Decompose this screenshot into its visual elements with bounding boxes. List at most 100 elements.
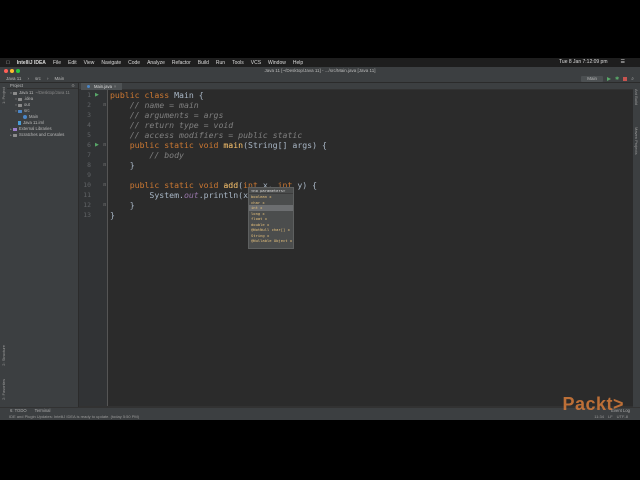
close-window-icon[interactable] [4, 69, 8, 73]
line-number: 12 [83, 201, 91, 209]
favorites-tool-button[interactable]: 2: Favorites [1, 379, 6, 400]
code-token: // access modifiers = public static [110, 130, 303, 140]
nav-crumb-project[interactable]: Java 11 [6, 76, 21, 81]
tree-item[interactable]: ▸ Scratches and Consoles [7, 132, 78, 138]
line-number: 3 [87, 111, 91, 119]
run-config-selector[interactable]: Main [581, 76, 603, 82]
editor-tab-bar: Main.java × [79, 83, 633, 90]
code-token: } [110, 200, 135, 210]
nav-crumb-src[interactable]: src [35, 76, 41, 81]
structure-tool-button[interactable]: 2: Structure [1, 345, 6, 366]
close-tab-icon[interactable]: × [114, 83, 116, 90]
fold-marker-icon[interactable]: ⊟ [103, 180, 106, 190]
nav-crumb-file[interactable]: Main [54, 76, 64, 81]
status-bar: IDE and Plugin Updates: IntelliJ IDEA is… [0, 414, 640, 420]
project-panel: Project ⚙ ▾ Java 11 ~/Desktop/Java 11 ▾ .ide… [7, 83, 79, 413]
menu-analyze[interactable]: Analyze [147, 60, 165, 66]
stop-icon[interactable] [623, 77, 628, 81]
parameter-option[interactable]: @Nullable Object x [249, 238, 293, 244]
code-token: // return type = void [110, 120, 234, 130]
menu-extras-icon[interactable]: ☰ [621, 59, 625, 65]
line-number: 13 [83, 211, 91, 219]
menu-refactor[interactable]: Refactor [172, 60, 191, 66]
nav-separator-icon: › [27, 76, 29, 81]
code-line[interactable]: // return type = void [110, 120, 234, 130]
code-token: y) { [297, 180, 318, 190]
editor-gutter[interactable]: 1 2 3 4 5 6 7 8 9 10 11 12 13 ▶ ▶ ⊟ ⊟ ⊟ ⊟ ⊟ [79, 90, 108, 406]
code-token: // arguments = args [110, 110, 224, 120]
search-everywhere-icon[interactable]: ⌕ [631, 76, 634, 82]
right-tool-strip: Ant Build Maven Projects [633, 83, 640, 413]
code-line[interactable]: // name = main [110, 100, 199, 110]
line-number: 5 [87, 131, 91, 139]
ant-build-tool-button[interactable]: Ant Build [634, 89, 639, 105]
fold-marker-icon[interactable]: ⊟ [103, 200, 106, 210]
run-icon[interactable] [606, 77, 611, 81]
code-line[interactable]: // arguments = args [110, 110, 224, 120]
project-tool-button[interactable]: 1: Project [1, 87, 6, 104]
ide-window:  IntelliJ IDEA File Edit View Navigate … [0, 58, 640, 420]
project-tree: ▾ Java 11 ~/Desktop/Java 11 ▾ .idea ▾ out ▾ src M… [7, 89, 78, 138]
module-file-icon [18, 121, 21, 125]
tree-item-label: Scratches and Consoles [19, 132, 65, 137]
code-token: System. [110, 190, 184, 200]
apple-icon[interactable]:  [6, 60, 10, 66]
window-title: Java 11 [~/Desktop/Java 11] - .../src/Ma… [264, 68, 376, 73]
packt-watermark: Packt> [562, 394, 624, 414]
library-icon [13, 127, 17, 131]
code-line[interactable]: } [110, 210, 115, 220]
menu-navigate[interactable]: Navigate [101, 60, 121, 66]
project-view-selector[interactable]: Project [10, 83, 23, 88]
status-message[interactable]: IDE and Plugin Updates: IntelliJ IDEA is… [9, 414, 139, 419]
menu-view[interactable]: View [84, 60, 95, 66]
code-line[interactable]: // access modifiers = public static [110, 130, 303, 140]
tool-window-bar: 6: TODO Terminal Event Log [0, 407, 640, 414]
tab-main-java[interactable]: Main.java × [81, 83, 123, 90]
code-editor[interactable]: public class Main { // name = main // ar… [110, 90, 630, 406]
fold-marker-icon[interactable]: ⊟ [103, 160, 106, 170]
code-line[interactable]: } [110, 160, 135, 170]
code-token: } [110, 210, 115, 220]
app-name[interactable]: IntelliJ IDEA [17, 60, 46, 66]
tab-label: Main.java [94, 84, 112, 89]
code-token: main [223, 140, 244, 150]
line-number: 7 [87, 151, 91, 159]
line-number: 6 [87, 141, 91, 149]
menu-file[interactable]: File [53, 60, 61, 66]
code-line[interactable]: // body [110, 150, 184, 160]
folder-icon [18, 97, 22, 101]
menu-edit[interactable]: Edit [68, 60, 77, 66]
code-token: public class [110, 90, 175, 100]
menu-build[interactable]: Build [198, 60, 209, 66]
parameter-info-popup: <no parameters> boolean x char x int x long… [248, 187, 294, 249]
menu-window[interactable]: Window [268, 60, 286, 66]
panel-settings-icon[interactable]: ⚙ [71, 83, 75, 88]
code-line[interactable]: public static void main(String[] args) { [110, 140, 327, 150]
minimize-window-icon[interactable] [10, 69, 14, 73]
run-gutter-icon[interactable]: ▶ [95, 90, 99, 100]
menu-code[interactable]: Code [128, 60, 140, 66]
code-token: // name = main [110, 100, 199, 110]
menu-vcs[interactable]: VCS [251, 60, 261, 66]
code-token: // body [110, 150, 184, 160]
debug-icon[interactable]: ✱ [615, 76, 619, 82]
line-number: 4 [87, 121, 91, 129]
parameter-option[interactable]: @NotNull char[] x [249, 227, 293, 233]
fold-marker-icon[interactable]: ⊟ [103, 100, 106, 110]
line-number: 10 [83, 181, 91, 189]
run-gutter-icon[interactable]: ▶ [95, 140, 99, 150]
tree-item-path: ~/Desktop/Java 11 [35, 90, 70, 95]
code-line[interactable]: public class Main { [110, 90, 204, 100]
menu-help[interactable]: Help [293, 60, 303, 66]
zoom-window-icon[interactable] [16, 69, 20, 73]
code-line[interactable]: } [110, 200, 135, 210]
line-number: 11 [83, 191, 91, 199]
menu-tools[interactable]: Tools [232, 60, 244, 66]
fold-marker-icon[interactable]: ⊟ [103, 140, 106, 150]
menu-run[interactable]: Run [216, 60, 225, 66]
java-class-icon [87, 85, 90, 88]
code-token: } [110, 160, 135, 170]
source-folder-icon [18, 109, 22, 113]
maven-tool-button[interactable]: Maven Projects [634, 127, 639, 155]
code-token: public static void [110, 180, 224, 190]
